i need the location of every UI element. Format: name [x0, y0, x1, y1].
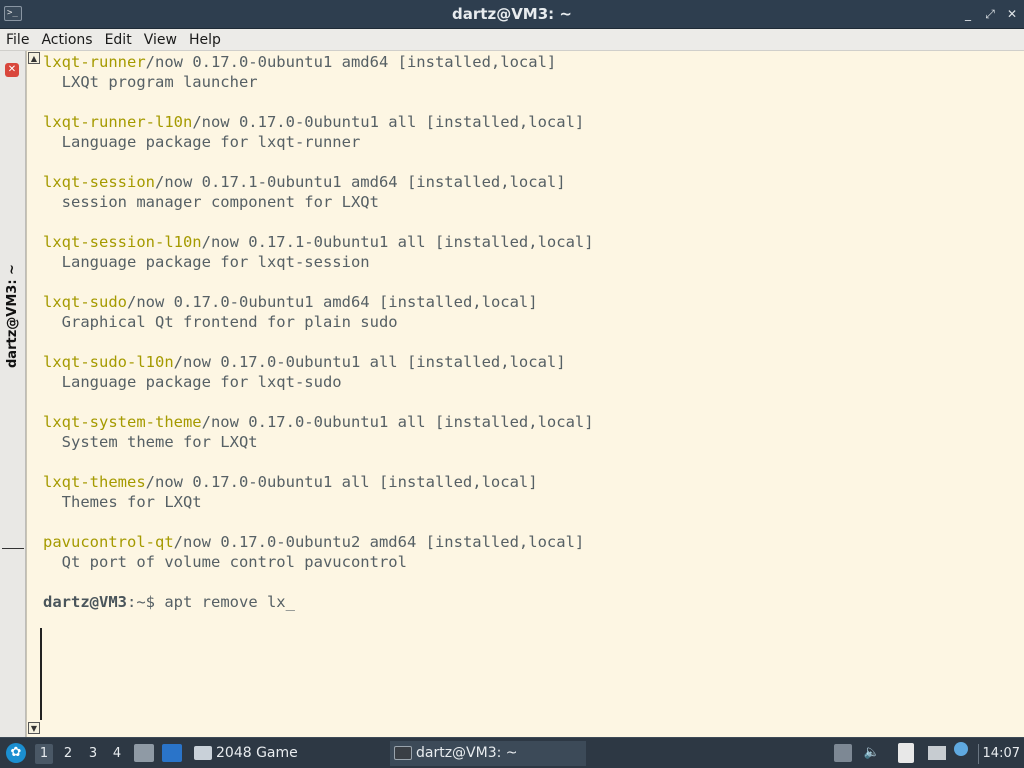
terminal-line: Themes for LXQt — [43, 492, 1013, 512]
task-2048-game[interactable]: 2048 Game — [190, 741, 386, 766]
package-name: lxqt-runner-l10n — [43, 113, 193, 131]
task-label: dartz@VM3: ~ — [416, 745, 518, 761]
terminal-line: Language package for lxqt-runner — [43, 132, 1013, 152]
line-text: Qt port of volume control pavucontrol — [43, 553, 407, 571]
menu-actions[interactable]: Actions — [35, 30, 98, 51]
task-terminal[interactable]: dartz@VM3: ~ — [390, 741, 586, 766]
terminal-line: lxqt-session/now 0.17.1-0ubuntu1 amd64 [… — [43, 172, 1013, 192]
terminal-line: session manager component for LXQt — [43, 192, 1013, 212]
workspace-3[interactable]: 3 — [84, 744, 102, 764]
terminal-line: lxqt-sudo-l10n/now 0.17.0-0ubuntu1 all [… — [43, 352, 1013, 372]
package-name: lxqt-sudo-l10n — [43, 353, 174, 371]
tab-close-icon[interactable]: ✕ — [5, 63, 19, 77]
line-text: /now 0.17.0-0ubuntu2 amd64 [installed,lo… — [173, 533, 585, 551]
terminal-line: Qt port of volume control pavucontrol — [43, 552, 1013, 572]
package-name: lxqt-session-l10n — [43, 233, 202, 251]
package-name: lxqt-session — [43, 173, 155, 191]
line-text: /now 0.17.0-0ubuntu1 all [installed,loca… — [201, 413, 594, 431]
update-notifier-icon[interactable] — [954, 742, 968, 756]
clipboard-tray-icon[interactable] — [834, 744, 852, 762]
tab-terminal[interactable]: dartz@VM3: ~ — [2, 261, 24, 371]
scrollbar-handle[interactable] — [40, 628, 42, 720]
close-button[interactable]: ✕ — [1004, 6, 1020, 22]
line-text: LXQt program launcher — [43, 73, 258, 91]
terminal-line: System theme for LXQt — [43, 432, 1013, 452]
volume-icon[interactable]: 🔈 — [862, 743, 882, 763]
prompt-user: dartz@VM3 — [43, 593, 127, 611]
workspace-4[interactable]: 4 — [108, 744, 126, 764]
terminal-scrollbar[interactable]: ▲ ▼ — [27, 51, 42, 737]
window-titlebar[interactable]: >_ dartz@VM3: ~ _ ⤢ ✕ — [0, 0, 1024, 29]
terminal-line: lxqt-session-l10n/now 0.17.1-0ubuntu1 al… — [43, 232, 1013, 252]
workspace-1[interactable]: 1 — [35, 744, 53, 764]
window-title: dartz@VM3: ~ — [452, 5, 572, 23]
package-name: pavucontrol-qt — [43, 533, 174, 551]
scroll-up-arrow-icon[interactable]: ▲ — [28, 52, 40, 64]
terminal-line: Graphical Qt frontend for plain sudo — [43, 312, 1013, 332]
command-input[interactable]: :~$ apt remove lx_ — [127, 593, 295, 611]
tab-strip: ✕ dartz@VM3: ~ — [0, 51, 26, 737]
line-text: Themes for LXQt — [43, 493, 202, 511]
tray-divider — [978, 744, 979, 764]
line-text: Language package for lxqt-sudo — [43, 373, 342, 391]
terminal-line: pavucontrol-qt/now 0.17.0-0ubuntu2 amd64… — [43, 532, 1013, 552]
terminal-line: LXQt program launcher — [43, 72, 1013, 92]
menu-bar: File Actions Edit View Help — [0, 29, 1024, 51]
task-label: 2048 Game — [216, 745, 298, 761]
terminal-line: lxqt-themes/now 0.17.0-0ubuntu1 all [ins… — [43, 472, 1013, 492]
line-text: /now 0.17.1-0ubuntu1 amd64 [installed,lo… — [154, 173, 566, 191]
line-text: /now 0.17.0-0ubuntu1 all [installed,loca… — [173, 353, 566, 371]
taskbar: ✿ 1 2 3 4 2048 Game dartz@VM3: ~ 🔈 14:07 — [0, 737, 1024, 768]
line-text: /now 0.17.0-0ubuntu1 amd64 [installed,lo… — [145, 53, 557, 71]
menu-view[interactable]: View — [138, 30, 183, 51]
terminal-icon — [394, 746, 412, 760]
line-text: session manager component for LXQt — [43, 193, 379, 211]
terminal-line: lxqt-system-theme/now 0.17.0-0ubuntu1 al… — [43, 412, 1013, 432]
terminal-line: lxqt-runner/now 0.17.0-0ubuntu1 amd64 [i… — [43, 52, 1013, 72]
terminal-line: Language package for lxqt-session — [43, 252, 1013, 272]
show-desktop-icon[interactable] — [162, 744, 182, 762]
terminal-line: lxqt-sudo/now 0.17.0-0ubuntu1 amd64 [ins… — [43, 292, 1013, 312]
terminal-line: Language package for lxqt-sudo — [43, 372, 1013, 392]
line-text: Graphical Qt frontend for plain sudo — [43, 313, 398, 331]
package-name: lxqt-sudo — [43, 293, 127, 311]
terminal-output: lxqt-runner/now 0.17.0-0ubuntu1 amd64 [i… — [43, 52, 1013, 612]
line-text: Language package for lxqt-session — [43, 253, 370, 271]
workspace-2[interactable]: 2 — [59, 744, 77, 764]
line-text: /now 0.17.0-0ubuntu1 all [installed,loca… — [192, 113, 585, 131]
file-manager-launcher-icon[interactable] — [134, 744, 154, 762]
scroll-down-arrow-icon[interactable]: ▼ — [28, 722, 40, 734]
network-icon[interactable] — [928, 746, 946, 760]
window-icon — [194, 746, 212, 760]
notes-tray-icon[interactable] — [898, 743, 914, 763]
prompt-line[interactable]: dartz@VM3:~$ apt remove lx_ — [43, 592, 1013, 612]
start-menu-icon[interactable]: ✿ — [6, 743, 26, 763]
minimize-button[interactable]: _ — [960, 6, 976, 22]
package-name: lxqt-system-theme — [43, 413, 202, 431]
menu-help[interactable]: Help — [183, 30, 227, 51]
menu-edit[interactable]: Edit — [99, 30, 138, 51]
line-text: /now 0.17.1-0ubuntu1 all [installed,loca… — [201, 233, 594, 251]
tab-separator — [2, 548, 24, 549]
package-name: lxqt-runner — [43, 53, 146, 71]
line-text: /now 0.17.0-0ubuntu1 all [installed,loca… — [145, 473, 538, 491]
maximize-button[interactable]: ⤢ — [982, 6, 998, 22]
clock[interactable]: 14:07 — [983, 741, 1020, 766]
line-text: /now 0.17.0-0ubuntu1 amd64 [installed,lo… — [127, 293, 538, 311]
terminal-line: lxqt-runner-l10n/now 0.17.0-0ubuntu1 all… — [43, 112, 1013, 132]
line-text: Language package for lxqt-runner — [43, 133, 361, 151]
package-name: lxqt-themes — [43, 473, 146, 491]
line-text: System theme for LXQt — [43, 433, 258, 451]
menu-file[interactable]: File — [0, 30, 35, 51]
